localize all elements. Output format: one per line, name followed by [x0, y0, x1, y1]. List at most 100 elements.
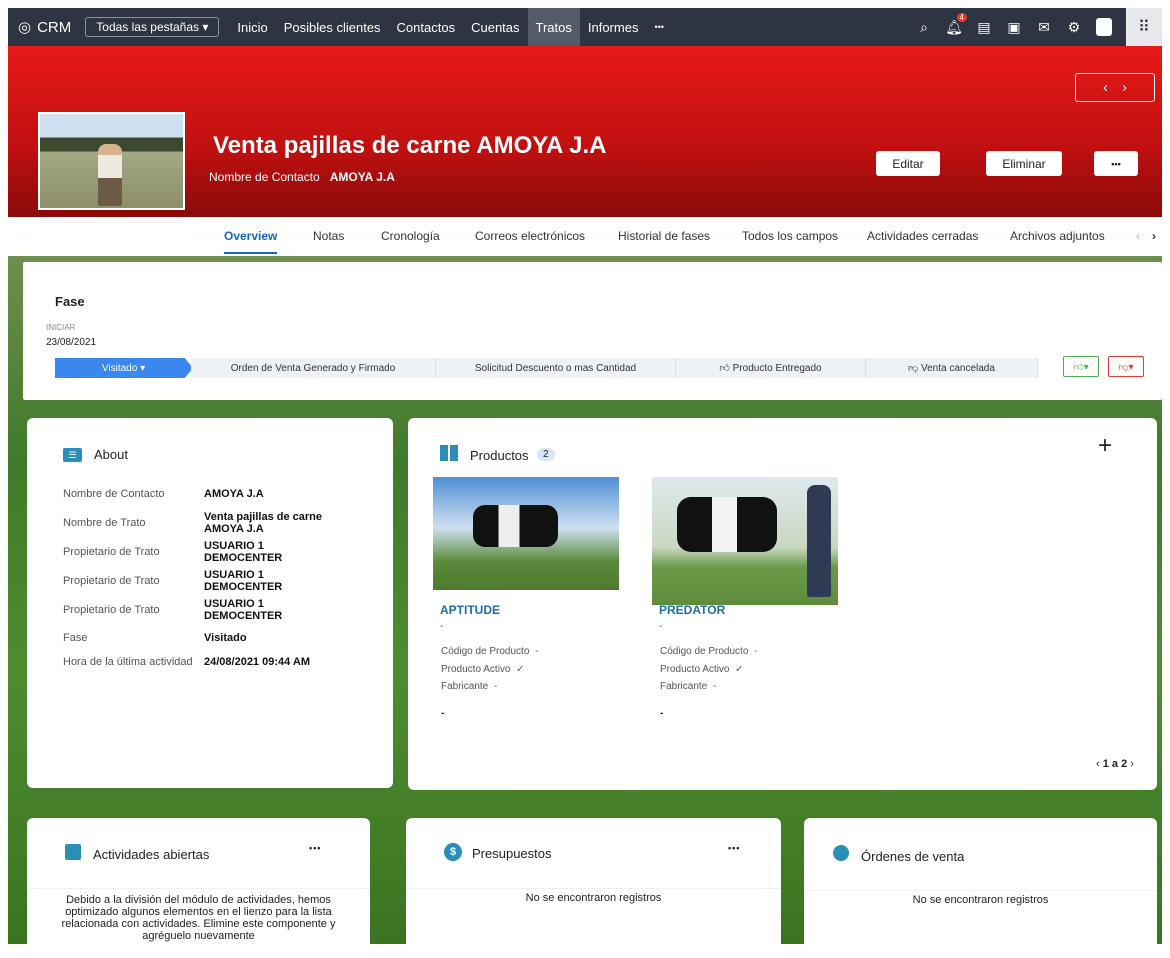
- tab-archivos-adjuntos[interactable]: Archivos adjuntos: [1010, 229, 1105, 243]
- activities-title: Actividades abiertas: [93, 847, 210, 862]
- product-subtitle: -: [440, 621, 444, 632]
- record-header: ‹ › Venta pajillas de carne AMOYA J.A Nom…: [8, 46, 1162, 217]
- stage-producto-entregado[interactable]: 👍︎ Producto Entregado: [676, 358, 866, 378]
- tab-todos-campos[interactable]: Todos los campos: [742, 229, 838, 243]
- won-button[interactable]: 👍︎▾: [1063, 356, 1099, 377]
- about-field-value: AMOYA J.A: [204, 488, 264, 500]
- nav-contactos[interactable]: Contactos: [389, 8, 464, 46]
- top-nav: ◎ CRM Todas las pestañas ▾ Inicio Posible…: [8, 8, 1162, 46]
- dollar-icon: $: [444, 843, 462, 861]
- nav-inicio[interactable]: Inicio: [229, 8, 275, 46]
- page-title: Venta pajillas de carne AMOYA J.A: [213, 132, 607, 159]
- product-maker: Fabricante -: [441, 681, 498, 692]
- product-image-predator[interactable]: [652, 477, 838, 605]
- record-photo[interactable]: [38, 112, 185, 210]
- crm-logo[interactable]: ◎ CRM: [18, 18, 71, 37]
- tab-notas[interactable]: Notas: [313, 229, 344, 243]
- contact-card-icon: ☰: [63, 448, 82, 462]
- nav-more-button[interactable]: •••: [646, 8, 671, 46]
- tab-correos[interactable]: Correos electrónicos: [475, 229, 585, 243]
- product-subtitle: -: [659, 621, 663, 632]
- about-field-label: Propietario de Trato: [63, 575, 160, 587]
- about-field-value: USUARIO 1 DEMOCENTER: [204, 598, 283, 622]
- notification-badge: 4: [956, 13, 967, 22]
- about-field-value: USUARIO 1 DEMOCENTER: [204, 540, 283, 564]
- contact-line: Nombre de Contacto AMOYA J.A: [209, 170, 395, 184]
- lost-button[interactable]: 👎︎▾: [1108, 356, 1144, 377]
- products-icon: [440, 445, 458, 461]
- quotes-more-button[interactable]: •••: [728, 843, 740, 853]
- more-actions-button[interactable]: •••: [1094, 151, 1138, 176]
- tab-historial-fases[interactable]: Historial de fases: [618, 229, 710, 243]
- products-card: Productos 2 + APTITUDE - Código de Produ…: [408, 418, 1157, 790]
- mail-icon[interactable]: ✉: [1036, 19, 1052, 35]
- nav-tratos[interactable]: Tratos: [527, 8, 580, 46]
- all-tabs-dropdown[interactable]: Todas las pestañas ▾: [85, 17, 220, 37]
- start-date: 23/08/2021: [46, 337, 97, 348]
- search-icon[interactable]: ⌕: [916, 19, 932, 35]
- about-field-value: Venta pajillas de carne AMOYA J.A: [204, 511, 323, 535]
- tab-cronologia[interactable]: Cronología: [381, 229, 440, 243]
- stage-card: Fase INICIAR 23/08/2021 Visitado ▾ Orden…: [23, 262, 1162, 400]
- stage-orden-venta[interactable]: Orden de Venta Generado y Firmado: [191, 358, 436, 378]
- stage-title: Fase: [55, 294, 85, 309]
- about-field-value: Visitado: [204, 632, 247, 644]
- about-field-value: 24/08/2021 09:44 AM: [204, 656, 310, 668]
- gear-icon[interactable]: ⚙: [1066, 19, 1082, 35]
- nav-posibles-clientes[interactable]: Posibles clientes: [276, 8, 389, 46]
- about-field-label: Propietario de Trato: [63, 546, 160, 558]
- activities-message: Debido a la división del módulo de activ…: [61, 894, 336, 942]
- tab-actividades-cerradas[interactable]: Actividades cerradas: [867, 229, 978, 243]
- tabs-prev-icon[interactable]: ‹: [1136, 229, 1140, 243]
- activities-more-button[interactable]: •••: [309, 843, 321, 853]
- nav-informes[interactable]: Informes: [580, 8, 647, 46]
- quotes-empty: No se encontraron registros: [525, 892, 662, 904]
- about-title: About: [94, 447, 128, 462]
- contact-link[interactable]: AMOYA J.A: [330, 170, 395, 184]
- stage-solicitud-descuento[interactable]: Solicitud Descuento o mas Cantidad: [436, 358, 676, 378]
- nav-cuentas[interactable]: Cuentas: [463, 8, 527, 46]
- products-pager[interactable]: ‹ 1 a 2 ›: [1096, 758, 1134, 770]
- calendar-icon: [65, 844, 81, 860]
- apps-grid-icon[interactable]: ⠿: [1126, 8, 1162, 46]
- about-field-label: Hora de la última actividad: [63, 656, 193, 668]
- record-tabs: Overview Notas Cronología Correos electr…: [8, 217, 1162, 256]
- add-product-button[interactable]: +: [1098, 432, 1112, 460]
- stage-venta-cancelada[interactable]: 👎︎ Venta cancelada: [866, 358, 1038, 378]
- quotes-card: $ Presupuestos ••• No se encontraron reg…: [406, 818, 781, 958]
- stage-visitado[interactable]: Visitado ▾: [55, 358, 193, 378]
- product-name-link[interactable]: APTITUDE: [440, 603, 500, 617]
- sales-orders-card: Órdenes de venta No se encontraron regis…: [804, 818, 1157, 958]
- logo-icon: ◎: [18, 19, 32, 36]
- edit-button[interactable]: Editar: [876, 151, 940, 176]
- add-note-icon[interactable]: ▤: [976, 19, 992, 35]
- orders-title: Órdenes de venta: [861, 849, 965, 864]
- product-extra: -: [660, 708, 664, 719]
- next-icon[interactable]: ›: [1122, 79, 1127, 96]
- about-card: ☰ About Nombre de Contacto AMOYA J.A Nombr…: [27, 418, 393, 788]
- about-field-label: Nombre de Contacto: [63, 488, 165, 500]
- products-title: Productos: [470, 448, 529, 463]
- product-active: Producto Activo ✓: [660, 664, 744, 675]
- about-field-label: Fase: [63, 632, 88, 644]
- calendar-icon[interactable]: ▣: [1006, 19, 1022, 35]
- tabs-next-icon[interactable]: ›: [1152, 229, 1156, 243]
- product-active: Producto Activo ✓: [441, 664, 525, 675]
- pager-next-icon[interactable]: ›: [1127, 758, 1134, 770]
- bell-icon[interactable]: 🔔︎ 4: [945, 13, 967, 35]
- prev-icon[interactable]: ‹: [1103, 79, 1108, 96]
- pager-prev-icon[interactable]: ‹: [1096, 758, 1103, 770]
- thumbs-up-icon: 👍︎: [719, 363, 730, 374]
- about-field-label: Nombre de Trato: [63, 517, 146, 529]
- quotes-title: Presupuestos: [472, 846, 552, 861]
- clock-icon: [833, 845, 849, 861]
- delete-button[interactable]: Eliminar: [986, 151, 1062, 176]
- record-navigation[interactable]: ‹ ›: [1075, 73, 1155, 102]
- about-field-value: USUARIO 1 DEMOCENTER: [204, 569, 283, 593]
- avatar[interactable]: [1096, 18, 1112, 36]
- orders-empty: No se encontraron registros: [912, 894, 1049, 906]
- thumbs-down-icon: 👎︎: [908, 363, 919, 374]
- product-name-link[interactable]: PREDATOR: [659, 603, 725, 617]
- product-image-aptitude[interactable]: [433, 477, 619, 590]
- tab-overview[interactable]: Overview: [224, 229, 278, 254]
